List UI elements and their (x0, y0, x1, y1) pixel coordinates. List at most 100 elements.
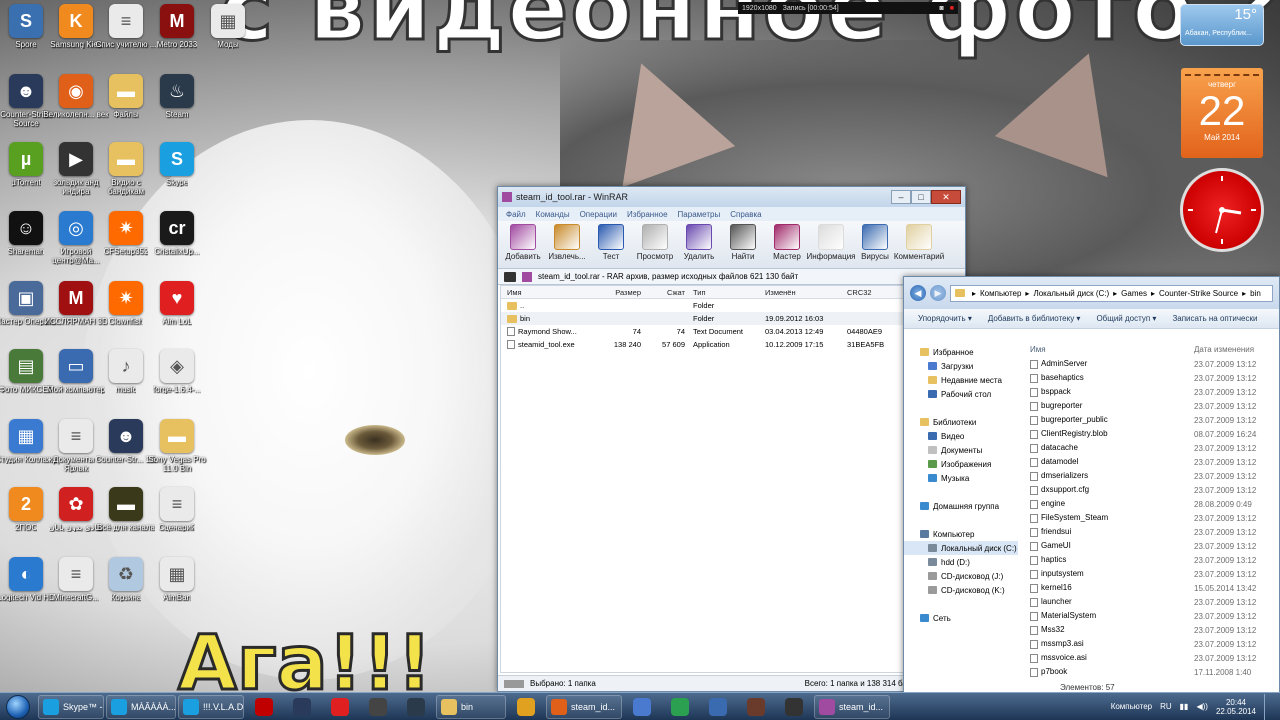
desktop-icon[interactable]: ▬ Sony Vegas Pro 11.0 Bin (143, 419, 211, 485)
tray-computer[interactable]: Компьютер (1111, 702, 1152, 711)
table-row[interactable]: .. Folder (501, 299, 962, 312)
nav-item[interactable]: Изображения (904, 457, 1018, 471)
command-button[interactable]: Записать на оптически (1172, 314, 1257, 323)
breadcrumb-item[interactable]: bin (1250, 289, 1261, 298)
nav-item[interactable]: Загрузки (904, 359, 1018, 373)
file-row[interactable]: mssmp3.asi 23.07.2009 13:12 (1024, 637, 1279, 651)
file-row[interactable]: datacache 23.07.2009 13:12 (1024, 441, 1279, 455)
toolbar-button[interactable]: Извлечь... (546, 224, 588, 265)
table-row[interactable]: steamid_tool.exe 138 240 57 609 Application… (501, 338, 962, 351)
taskbar-pinned-button[interactable] (398, 695, 434, 719)
nav-item[interactable]: Библиотеки (904, 415, 1018, 429)
col-size[interactable]: Размер (595, 288, 641, 297)
file-row[interactable]: kernel16 15.05.2014 13:42 (1024, 581, 1279, 595)
close-button[interactable]: ✕ (931, 190, 961, 204)
nav-item[interactable]: Недавние места (904, 373, 1018, 387)
menu-item[interactable]: Избранное (627, 210, 668, 219)
col-crc[interactable]: CRC32 (847, 288, 891, 297)
breadcrumb-item[interactable]: Локальный диск (C:) (1033, 289, 1109, 298)
taskbar-pinned-button[interactable] (322, 695, 358, 719)
file-row[interactable]: dxsupport.cfg 23.07.2009 13:12 (1024, 483, 1279, 497)
nav-item[interactable]: Сеть (904, 611, 1018, 625)
minimize-button[interactable]: – (891, 190, 911, 204)
taskbar-task-button[interactable]: MÀÂÀÀÀ... (106, 694, 176, 719)
taskbar-pinned-button[interactable] (284, 695, 320, 719)
file-row[interactable]: basehaptics 23.07.2009 13:12 (1024, 371, 1279, 385)
menu-item[interactable]: Команды (536, 210, 570, 219)
taskbar-pinned-button[interactable] (662, 695, 698, 719)
breadcrumb-separator-icon[interactable]: ▸ (1025, 289, 1029, 298)
file-row[interactable]: friendsui 23.07.2009 13:12 (1024, 525, 1279, 539)
col-packed[interactable]: Сжат (641, 288, 685, 297)
taskbar-pinned-button[interactable] (508, 695, 544, 719)
winrar-window[interactable]: steam_id_tool.rar - WinRAR – □ ✕ Файл Ком… (497, 186, 966, 692)
taskbar-clock[interactable]: 20:44 22.05.2014 (1216, 698, 1256, 716)
taskbar-pinned-button[interactable] (700, 695, 736, 719)
file-row[interactable]: datamodel 23.07.2009 13:12 (1024, 455, 1279, 469)
file-row[interactable]: mssvoice.asi 23.07.2009 13:12 (1024, 651, 1279, 665)
col-header-date[interactable]: Дата изменения (1194, 345, 1254, 354)
address-bar[interactable]: ▸ Компьютер ▸ Локальный диск (C:) ▸ Games ▸ Cou… (950, 284, 1273, 302)
toolbar-button[interactable]: Найти (722, 224, 764, 265)
toolbar-button[interactable]: Просмотр (634, 224, 676, 265)
taskbar-pinned-button[interactable] (776, 695, 812, 719)
nav-item[interactable]: Музыка (904, 471, 1018, 485)
desktop-icon[interactable]: ◈ forge-1.6.4-... (143, 349, 211, 415)
col-header-name[interactable]: Имя (1024, 345, 1194, 354)
breadcrumb-separator-icon[interactable]: ▸ (1242, 289, 1246, 298)
table-row[interactable]: bin Folder 19.09.2012 16:03 (501, 312, 962, 325)
file-row[interactable]: bugreporter_public 23.07.2009 13:12 (1024, 413, 1279, 427)
taskbar-pinned-button[interactable] (246, 695, 282, 719)
nav-item[interactable]: Рабочий стол (904, 387, 1018, 401)
start-button[interactable] (0, 693, 36, 720)
nav-item[interactable]: Видео (904, 429, 1018, 443)
clock-gadget[interactable] (1180, 168, 1264, 252)
nav-item[interactable]: CD-дисковод (J:) (904, 569, 1018, 583)
nav-item[interactable]: Локальный диск (C:) (904, 541, 1018, 555)
nav-item[interactable]: CD-дисковод (K:) (904, 583, 1018, 597)
file-row[interactable]: dmserializers 23.07.2009 13:12 (1024, 469, 1279, 483)
camera-icon[interactable]: ◙ (940, 5, 944, 12)
col-name[interactable]: Имя (501, 288, 595, 297)
breadcrumb-item[interactable]: Counter-Strike Source (1159, 289, 1238, 298)
taskbar-task-button[interactable]: !!!.V.L.A.D... (178, 694, 244, 719)
desktop-icon[interactable]: ≡ Сценарий (143, 487, 211, 553)
back-arrow-icon[interactable]: ◀ (910, 285, 926, 301)
file-row[interactable]: p7book 17.11.2008 1:40 (1024, 665, 1279, 679)
maximize-button[interactable]: □ (911, 190, 931, 204)
desktop-icon[interactable]: cr CristalixUp... (143, 211, 211, 277)
taskbar-pinned-button[interactable] (738, 695, 774, 719)
breadcrumb-separator-icon[interactable]: ▸ (1151, 289, 1155, 298)
desktop-icon[interactable]: ▦ Моды (194, 4, 262, 70)
toolbar-button[interactable]: Информация (807, 224, 856, 265)
taskbar-task-button[interactable]: steam_id... (814, 694, 890, 719)
table-row[interactable]: Raymond Show... 74 74 Text Document 03.04.20… (501, 325, 962, 338)
network-icon[interactable]: ▮▮ (1180, 702, 1189, 711)
winrar-pathbar[interactable]: steam_id_tool.rar - RAR архив, размер ис… (498, 269, 965, 285)
taskbar-pinned-button[interactable] (624, 695, 660, 719)
volume-icon[interactable]: ◀)) (1196, 702, 1207, 711)
file-row[interactable]: AdminServer 23.07.2009 13:12 (1024, 357, 1279, 371)
stop-icon[interactable]: ■ (950, 5, 954, 12)
toolbar-button[interactable]: Тест (590, 224, 632, 265)
desktop-icon[interactable]: ♨ Steam (143, 74, 211, 140)
command-button[interactable]: Общий доступ ▾ (1096, 314, 1156, 323)
taskbar-task-button[interactable]: Skype™ - ... (38, 694, 104, 719)
menu-item[interactable]: Операции (580, 210, 617, 219)
forward-arrow-icon[interactable]: ▶ (930, 285, 946, 301)
file-row[interactable]: ClientRegistry.blob 08.07.2009 16:24 (1024, 427, 1279, 441)
file-row[interactable]: launcher 23.07.2009 13:12 (1024, 595, 1279, 609)
file-row[interactable]: inputsystem 23.07.2009 13:12 (1024, 567, 1279, 581)
weather-gadget[interactable]: 15° Абакан, Республик... (1180, 4, 1264, 46)
col-type[interactable]: Тип (685, 288, 765, 297)
command-button[interactable]: Добавить в библиотеку ▾ (988, 314, 1081, 323)
menu-item[interactable]: Файл (506, 210, 526, 219)
show-desktop-button[interactable] (1264, 693, 1274, 720)
toolbar-button[interactable]: Добавить (502, 224, 544, 265)
col-modified[interactable]: Изменён (765, 288, 847, 297)
breadcrumb-separator-icon[interactable]: ▸ (972, 289, 976, 298)
nav-item[interactable]: Компьютер (904, 527, 1018, 541)
tray-language[interactable]: RU (1160, 702, 1172, 711)
desktop-icon[interactable]: S Skype (143, 142, 211, 208)
desktop-icon[interactable]: ♥ Aim LoL (143, 281, 211, 347)
